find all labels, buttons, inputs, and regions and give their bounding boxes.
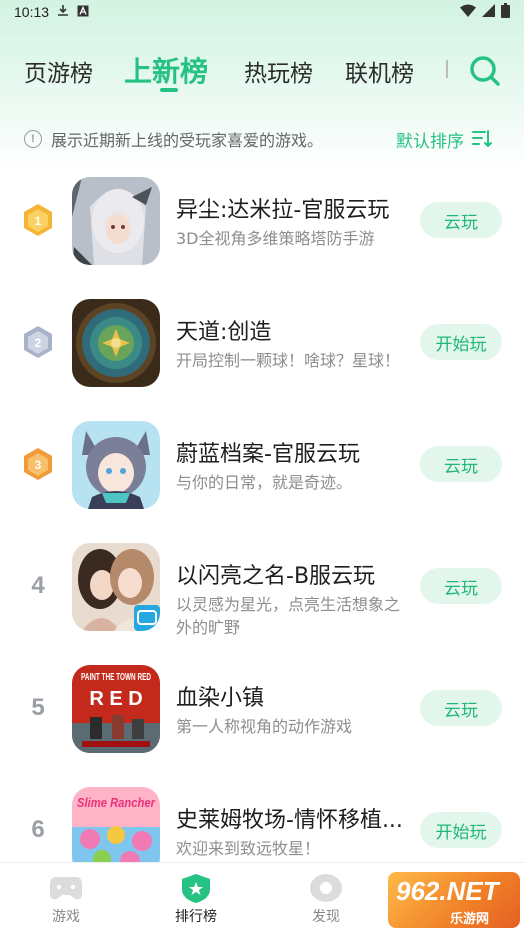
game-title[interactable]: 异尘:达米拉-官服云玩 [176,192,389,224]
svg-text:1: 1 [35,214,42,228]
game-desc: 开局控制一颗球！啥球？星球！ [176,351,401,370]
info-icon: ! [24,130,42,148]
download-icon [57,4,69,20]
search-button[interactable] [468,54,502,88]
cloud-play-button[interactable]: 云玩 [420,690,502,726]
rank-medal-bronze-icon: 3 [18,444,58,484]
nav-label: 游戏 [52,909,80,925]
nav-item-leaderboard[interactable]: 排行榜 [136,863,256,931]
game-icon-paint-the-town-red[interactable]: PAINT THE TOWN RED R E D [72,665,160,753]
nav-item-games[interactable]: 游戏 [6,863,126,931]
game-desc: 第一人称视角的动作游戏 [176,717,353,736]
game-row[interactable]: 4 以闪亮之名-B服云玩 以灵感为星光，点亮生活想象之外的旷野 云玩 [0,526,524,648]
cloud-play-button[interactable]: 云玩 [420,202,502,238]
sort-icon [472,130,492,148]
tab-multiplayer[interactable]: 联机榜 [345,54,414,88]
tab-web-games[interactable]: 页游榜 [24,54,93,88]
rank-number: 4 [31,572,45,599]
game-icon-blue-archive[interactable] [72,421,160,509]
game-row[interactable]: 5 PAINT THE TOWN RED R E D 血染小镇 第一人称视角的动… [0,648,524,770]
nav-label: 排行榜 [175,909,217,925]
rank-number: 5 [31,694,45,721]
game-desc: 欢迎来到致远牧星！ [176,839,321,858]
tab-divider [446,60,448,78]
game-desc: 与你的日常，就是奇迹。 [176,473,353,492]
rank-medal-gold-icon: 1 [18,200,58,240]
game-title[interactable]: 以闪亮之名-B服云玩 [176,558,375,590]
notice-text: 展示近期新上线的受玩家喜爱的游戏。 [51,131,324,150]
game-row[interactable]: 3 蔚蓝档案-官服云玩 与你的日常，就是奇迹。 云玩 [0,404,524,526]
game-icon-yichen[interactable] [72,177,160,265]
game-icon-tiandao[interactable] [72,299,160,387]
discover-icon [310,874,342,902]
start-play-button[interactable]: 开始玩 [420,812,502,848]
tab-hot-play[interactable]: 热玩榜 [244,54,313,88]
game-title[interactable]: 史莱姆牧场-情怀移植... [176,802,403,834]
game-title[interactable]: 血染小镇 [176,680,264,712]
search-icon [470,56,500,86]
active-tab-indicator [160,88,178,92]
svg-text:PAINT THE TOWN RED: PAINT THE TOWN RED [81,672,151,683]
nav-item-discover[interactable]: 发现 [266,863,386,931]
battery-icon [501,2,510,22]
wifi-icon [460,4,476,21]
rank-number: 6 [31,816,45,843]
start-play-button[interactable]: 开始玩 [420,324,502,360]
gamepad-icon [50,877,82,900]
svg-text:3: 3 [35,458,42,472]
game-icon-shining-name[interactable] [72,543,160,631]
svg-text:2: 2 [35,336,42,350]
game-row[interactable]: 1 异尘:达米拉-官服云玩 3D全视角多维策略塔防手游 云玩 [0,160,524,282]
game-desc: 以灵感为星光，点亮生活想象之外的旷野 [176,595,401,637]
game-desc: 3D全视角多维策略塔防手游 [176,229,375,248]
site-watermark-logo: 962.NET 乐游网 [388,872,520,928]
svg-text:R E D: R E D [89,688,142,710]
nav-label: 发现 [312,909,340,925]
signal-icon [482,3,495,21]
cloud-play-button[interactable]: 云玩 [420,446,502,482]
status-time: 10:13 [14,4,50,20]
cloud-play-button[interactable]: 云玩 [420,568,502,604]
svg-text:Slime Rancher: Slime Rancher [77,795,156,810]
game-title[interactable]: 天道:创造 [176,314,271,346]
rank-medal-silver-icon: 2 [18,322,58,362]
watermark-sub: 乐游网 [450,912,490,927]
sort-label: 默认排序 [396,131,464,152]
game-title[interactable]: 蔚蓝档案-官服云玩 [176,436,360,468]
sort-button[interactable]: 默认排序 [396,126,492,152]
tab-new-release[interactable]: 上新榜 [124,50,208,90]
game-row[interactable]: 2 天道:创造 开局控制一颗球！啥球？星球！ 开始玩 [0,282,524,404]
status-bar: 10:13 [0,0,524,24]
notification-a-icon [77,5,89,20]
leaderboard-shield-icon [182,874,210,903]
watermark-main: 962.NET [396,876,499,906]
